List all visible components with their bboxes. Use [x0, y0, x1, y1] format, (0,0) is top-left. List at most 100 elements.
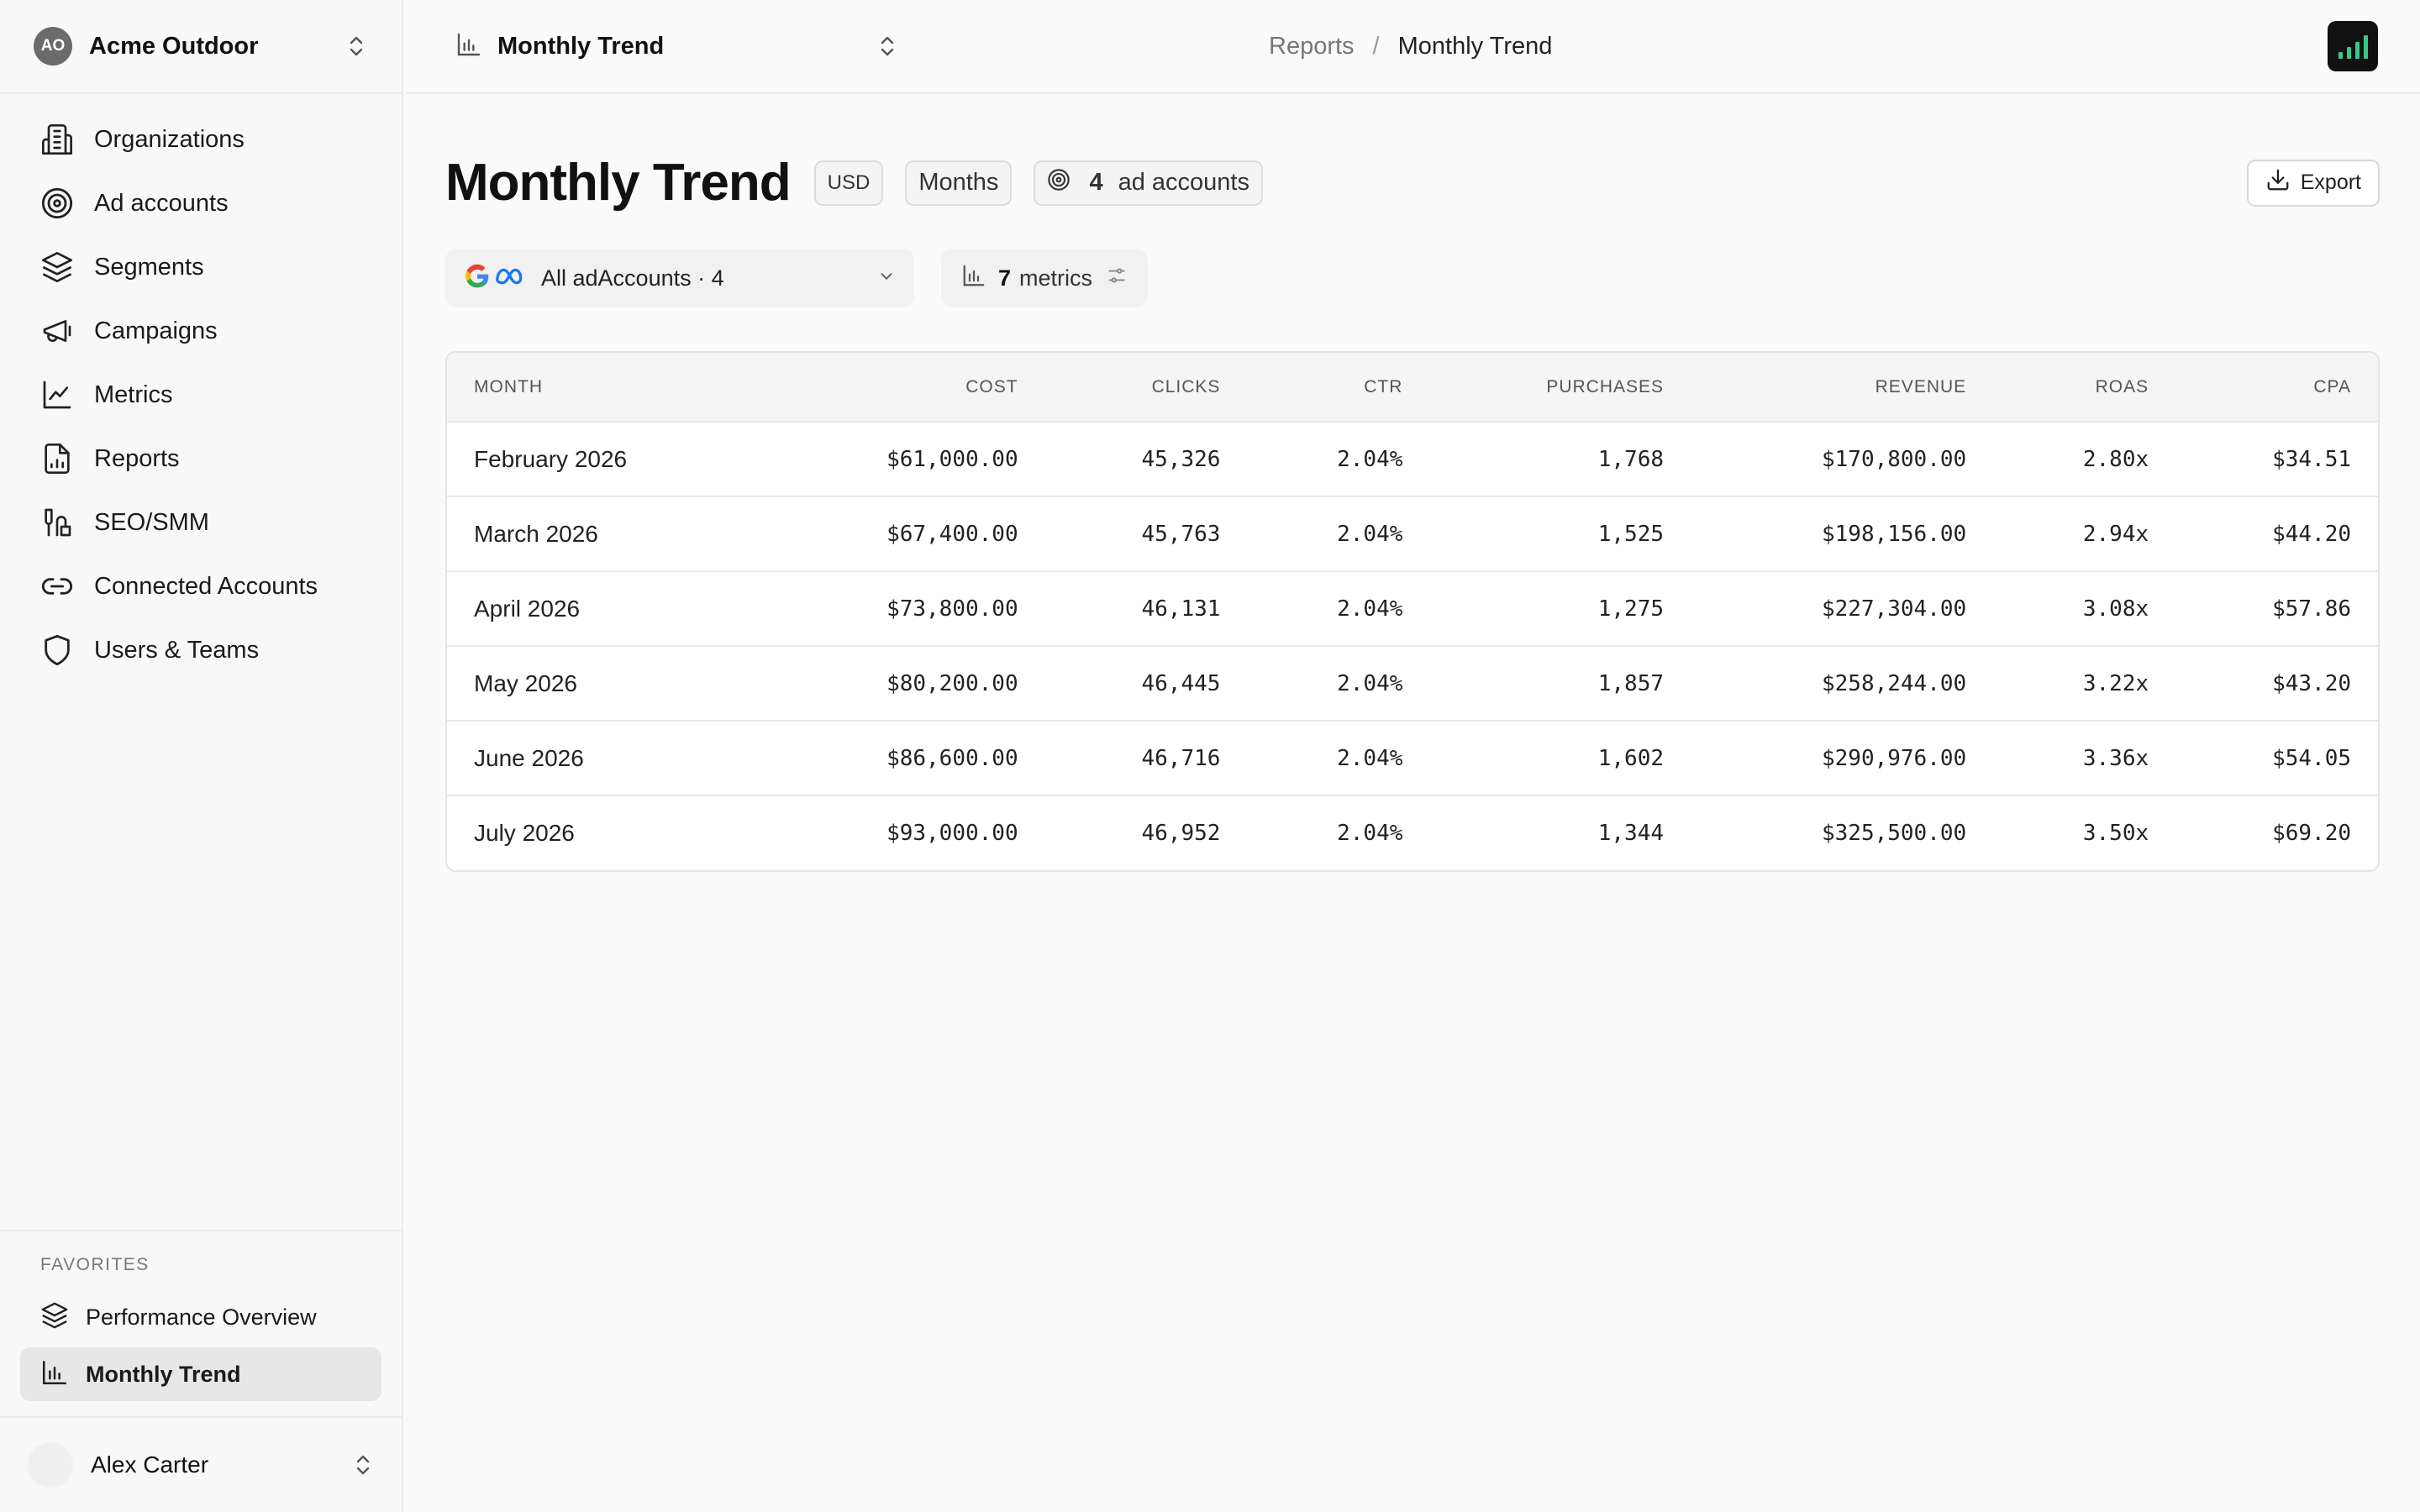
line-chart-icon	[39, 376, 76, 413]
cell-purchases: 1,768	[1597, 446, 1665, 472]
cell-cost: $93,000.00	[886, 821, 1018, 846]
org-avatar: AO	[34, 27, 72, 66]
tools-icon	[39, 504, 76, 541]
cell-purchases: 1,275	[1597, 596, 1665, 622]
cell-month: February 2026	[474, 445, 628, 472]
topbar: Monthly Trend Reports / Monthly Trend	[405, 0, 2420, 94]
sidebar-item-organizations[interactable]: Organizations	[0, 108, 402, 171]
table-row: May 2026 $80,200.00 46,445 2.04% 1,857 $…	[447, 646, 2378, 721]
cell-cpa: $69.20	[2272, 821, 2351, 846]
app-logo-button[interactable]	[2328, 21, 2378, 71]
megaphone-icon	[39, 312, 76, 349]
report-file-icon	[39, 440, 76, 477]
sidebar-item-label: Campaigns	[94, 317, 218, 344]
breadcrumb-reports[interactable]: Reports	[1269, 33, 1355, 60]
sidebar-item-metrics[interactable]: Metrics	[0, 363, 402, 427]
cell-roas: 2.80x	[2082, 446, 2149, 472]
chevron-up-down-icon[interactable]	[345, 32, 368, 60]
column-header-cpa[interactable]: CPA	[2175, 353, 2378, 422]
sidebar-item-segments[interactable]: Segments	[0, 235, 402, 299]
target-icon	[39, 185, 76, 222]
sidebar-item-reports[interactable]: Reports	[0, 427, 402, 491]
user-name: Alex Carter	[91, 1452, 209, 1478]
granularity-chip[interactable]: Months	[905, 160, 1013, 206]
sidebar-item-users-teams[interactable]: Users & Teams	[0, 618, 402, 682]
cell-roas: 3.08x	[2082, 596, 2149, 622]
ad-accounts-label: ad accounts	[1118, 169, 1249, 196]
cell-cpa: $34.51	[2272, 446, 2351, 472]
report-selector[interactable]: Monthly Trend	[455, 31, 899, 62]
table-row: June 2026 $86,600.00 46,716 2.04% 1,602 …	[447, 721, 2378, 795]
sliders-icon	[1106, 265, 1128, 292]
cell-cpa: $57.86	[2272, 596, 2351, 622]
download-icon	[2265, 167, 2291, 198]
favorite-performance-overview[interactable]: Performance Overview	[20, 1290, 381, 1344]
cell-clicks: 45,326	[1141, 446, 1221, 472]
layers-icon	[39, 249, 76, 286]
column-header-roas[interactable]: ROAS	[1993, 353, 2175, 422]
table-row: April 2026 $73,800.00 46,131 2.04% 1,275…	[447, 571, 2378, 646]
sidebar-item-seo-smm[interactable]: SEO/SMM	[0, 491, 402, 554]
chevron-up-down-icon[interactable]	[351, 1451, 375, 1479]
cell-cost: $73,800.00	[886, 596, 1018, 622]
table-row: February 2026 $61,000.00 45,326 2.04% 1,…	[447, 422, 2378, 496]
ad-accounts-chip[interactable]: 4 ad accounts	[1034, 160, 1263, 206]
sidebar-item-label: Ad accounts	[94, 189, 229, 217]
currency-chip[interactable]: USD	[813, 160, 884, 206]
sidebar-item-label: SEO/SMM	[94, 508, 209, 536]
export-label: Export	[2300, 171, 2361, 194]
column-header-revenue[interactable]: REVENUE	[1691, 353, 1993, 422]
favorite-label: Monthly Trend	[86, 1361, 241, 1387]
favorite-label: Performance Overview	[86, 1304, 317, 1330]
cell-month: April 2026	[474, 595, 581, 622]
sidebar-item-label: Users & Teams	[94, 636, 260, 664]
table-header-row: MONTH COST CLICKS CTR PURCHASES REVENUE …	[447, 353, 2378, 422]
export-button[interactable]: Export	[2246, 159, 2380, 207]
cell-roas: 3.50x	[2082, 821, 2149, 846]
favorite-monthly-trend[interactable]: Monthly Trend	[20, 1347, 381, 1401]
table-row: March 2026 $67,400.00 45,763 2.04% 1,525…	[447, 496, 2378, 571]
cell-clicks: 46,716	[1141, 745, 1221, 771]
cell-cpa: $43.20	[2272, 670, 2351, 696]
sidebar-item-connected-accounts[interactable]: Connected Accounts	[0, 554, 402, 618]
sidebar-item-campaigns[interactable]: Campaigns	[0, 299, 402, 363]
breadcrumb-current: Monthly Trend	[1397, 32, 1553, 60]
layers-icon	[40, 1301, 69, 1334]
cell-cost: $80,200.00	[886, 670, 1018, 696]
cell-ctr: 2.04%	[1337, 821, 1403, 846]
cell-revenue: $258,244.00	[1821, 670, 1967, 696]
cell-purchases: 1,344	[1597, 821, 1665, 846]
bar-chart-icon	[961, 263, 986, 294]
user-menu[interactable]: Alex Carter	[0, 1416, 402, 1512]
sidebar: AO Acme Outdoor Organizations Ad account…	[0, 0, 403, 1512]
cell-revenue: $290,976.00	[1821, 745, 1967, 771]
cell-clicks: 46,445	[1141, 670, 1221, 696]
org-switcher[interactable]: AO Acme Outdoor	[0, 0, 402, 94]
cell-ctr: 2.04%	[1337, 670, 1403, 696]
bar-chart-icon	[455, 31, 482, 62]
sidebar-item-label: Connected Accounts	[94, 572, 318, 600]
metrics-label: metrics	[1019, 265, 1093, 291]
cell-roas: 3.22x	[2082, 670, 2149, 696]
ad-accounts-filter-label: All adAccounts · 4	[541, 265, 724, 291]
cell-purchases: 1,857	[1597, 670, 1665, 696]
cell-cpa: $44.20	[2272, 521, 2351, 547]
cell-ctr: 2.04%	[1337, 596, 1403, 622]
shield-icon	[39, 632, 76, 669]
table-row: July 2026 $93,000.00 46,952 2.04% 1,344 …	[447, 795, 2378, 870]
column-header-ctr[interactable]: CTR	[1247, 353, 1429, 422]
column-header-clicks[interactable]: CLICKS	[1045, 353, 1248, 422]
cell-cpa: $54.05	[2272, 745, 2351, 771]
sidebar-item-label: Reports	[94, 444, 180, 472]
column-header-month[interactable]: MONTH	[447, 353, 762, 422]
ad-accounts-count: 4	[1089, 169, 1103, 196]
ad-accounts-filter[interactable]: All adAccounts · 4	[445, 249, 914, 307]
target-icon	[1047, 168, 1071, 198]
cell-month: March 2026	[474, 520, 598, 547]
sidebar-item-ad-accounts[interactable]: Ad accounts	[0, 171, 402, 235]
cell-revenue: $227,304.00	[1821, 596, 1967, 622]
column-header-cost[interactable]: COST	[762, 353, 1044, 422]
metrics-filter[interactable]: 7 metrics	[941, 249, 1149, 307]
column-header-purchases[interactable]: PURCHASES	[1429, 353, 1691, 422]
cell-cost: $86,600.00	[886, 745, 1018, 771]
